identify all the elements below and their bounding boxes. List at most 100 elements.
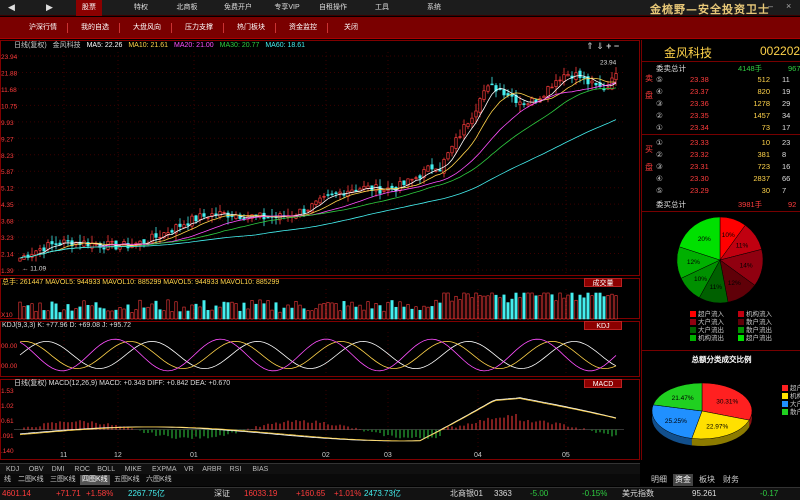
ticker-item-14: 95.261 — [692, 489, 717, 498]
candle-body — [458, 136, 462, 138]
ticker-item-1: +71.71 — [56, 489, 81, 498]
nav-item-system[interactable]: 系统 — [422, 0, 446, 16]
volume-bar — [478, 295, 482, 320]
toolbar-market-trend[interactable]: 大盘风向 — [130, 17, 172, 39]
candle-body — [582, 76, 586, 79]
buy-extra: 16 — [782, 162, 791, 171]
kdj-ytick: 00.00 — [1, 343, 18, 350]
forward-arrow-icon[interactable]: ▶ — [46, 2, 53, 13]
fund-pie-label-3: 12% — [728, 280, 741, 287]
volume-bar — [198, 306, 202, 320]
toolbar-close[interactable]: 关闭 — [340, 17, 362, 39]
candle-body — [202, 213, 206, 217]
macd-tag-button[interactable]: MACD — [584, 379, 622, 388]
volume-bar — [226, 302, 230, 320]
volume-bar — [142, 307, 146, 320]
right-tab-2[interactable]: 板块 — [697, 474, 717, 486]
ticker-item-15: -0.17 — [760, 489, 779, 498]
kline-ytick: 21.88 — [1, 70, 18, 77]
right-tab-1[interactable]: 资金 — [673, 474, 693, 486]
volume-bar — [394, 306, 398, 320]
kline-ytick: 3.68 — [1, 219, 14, 226]
kline-mode: 日线(复权) — [14, 42, 47, 49]
candle-body — [198, 213, 202, 220]
buy-level: ⑤ — [656, 186, 663, 195]
candle-body — [194, 215, 198, 222]
candle-body — [550, 86, 554, 89]
volume-bar — [402, 306, 406, 320]
volume-bar — [586, 292, 590, 320]
legend1-label: 机构流出 — [698, 335, 724, 342]
x-tick-11: 11 — [60, 452, 67, 459]
volume-bar — [490, 292, 494, 320]
period-tab-2[interactable]: 三图K线 — [48, 475, 78, 485]
candle-body — [562, 74, 566, 83]
period-tab-3[interactable]: 四图K线 — [80, 475, 110, 485]
volume-bar — [306, 310, 310, 320]
zoom-out-icon[interactable]: − — [614, 41, 619, 51]
buy-price: 23.29 — [690, 186, 709, 195]
sell-volume: 820 — [757, 87, 770, 96]
toolbar-hot-sectors[interactable]: 热门板块 — [234, 17, 276, 39]
volume-bar — [298, 304, 302, 320]
buy-level: ④ — [656, 174, 663, 183]
volume-bar — [334, 303, 338, 320]
volume-bar — [418, 309, 422, 320]
volume-tag-button[interactable]: 成交量 — [584, 278, 622, 287]
candle-body — [454, 137, 458, 149]
volume-bar — [270, 309, 274, 320]
kline-ytick: 11.68 — [1, 87, 17, 94]
zoom-in-icon[interactable]: + — [606, 41, 611, 51]
toolbar-shanghai-shenzhen[interactable]: 沪深行情 — [26, 17, 68, 39]
period-tab-4[interactable]: 五图K线 — [112, 475, 142, 485]
kdj-ytick: 00.00 — [1, 363, 18, 370]
high-price-label: 23.94 — [600, 59, 617, 66]
volume-ratio-pie-chart[interactable]: 30.31% 22.97% 25.25% 21.47% — [642, 365, 800, 465]
chart-area[interactable]: 23.94 21.88 11.68 10.75 9.93 9.27 8.23 5.87 5.12… — [0, 40, 640, 460]
nav-item-vip[interactable]: 专享VIP — [270, 0, 304, 16]
ma20-label: MA20: 21.00 — [174, 42, 214, 49]
right-tab-0[interactable]: 明细 — [649, 474, 669, 486]
stock-charts-svg[interactable]: 23.94 21.88 11.68 10.75 9.93 9.27 8.23 5.87 5.12… — [0, 40, 640, 460]
volume-bar — [466, 293, 470, 320]
right-tab-3[interactable]: 财务 — [721, 474, 741, 486]
toolbar-pressure-support[interactable]: 压力支撑 — [182, 17, 224, 39]
arrow-up-icon[interactable]: ⇑ — [586, 41, 594, 51]
ma20-line — [19, 82, 617, 259]
volume-bar — [498, 297, 502, 320]
volume-bar — [354, 306, 358, 320]
candle-body — [206, 217, 210, 219]
nav-item-tools[interactable]: 工具 — [370, 0, 394, 16]
stock-title: 金风科技 002202 — [642, 42, 800, 62]
period-tab-0[interactable]: 线 — [2, 475, 13, 485]
toolbar-my-watchlist[interactable]: 我的自选 — [78, 17, 120, 39]
nav-item-privilege[interactable]: 特权 — [128, 0, 154, 16]
toolbar-fund-monitor[interactable]: 资金监控 — [286, 17, 328, 39]
minimize-icon[interactable]: – — [768, 1, 773, 11]
volume-bar — [602, 296, 606, 320]
arrow-down-icon[interactable]: ⇓ — [596, 41, 604, 51]
candle-body — [210, 213, 214, 217]
buy-price: 23.32 — [690, 150, 709, 159]
back-arrow-icon[interactable]: ◀ — [8, 2, 15, 13]
nav-item-north-board[interactable]: 北商板 — [172, 0, 202, 16]
x-tick-03: 03 — [384, 452, 392, 459]
period-tab-1[interactable]: 二图K线 — [16, 475, 46, 485]
volume-bar — [250, 300, 254, 320]
close-icon[interactable]: × — [786, 1, 791, 11]
macd-header: 日线(复权) MACD(12,26,9) MACD: +0.343 DIFF: … — [14, 380, 231, 387]
nav-item-stocks[interactable]: 股票 — [76, 0, 102, 16]
nav-item-self-operation[interactable]: 自租操作 — [316, 0, 350, 16]
candle-body — [42, 247, 46, 252]
volume-bar — [438, 302, 442, 320]
buy-price: 23.33 — [690, 138, 709, 147]
kdj-tag-button[interactable]: KDJ — [584, 321, 622, 330]
low-price-label: ← 11.09 — [22, 266, 46, 273]
kline-ytick: 9.93 — [1, 120, 14, 127]
period-tab-5[interactable]: 六图K线 — [144, 475, 174, 485]
volume-bar — [166, 299, 170, 320]
candle-body — [222, 212, 226, 214]
volume-bar — [530, 292, 534, 320]
kline-header: 日线(复权) 金风科技 MA5: 22.26 MA10: 21.61 MA20:… — [14, 41, 309, 51]
nav-item-free-account[interactable]: 免费开户 — [218, 0, 258, 16]
